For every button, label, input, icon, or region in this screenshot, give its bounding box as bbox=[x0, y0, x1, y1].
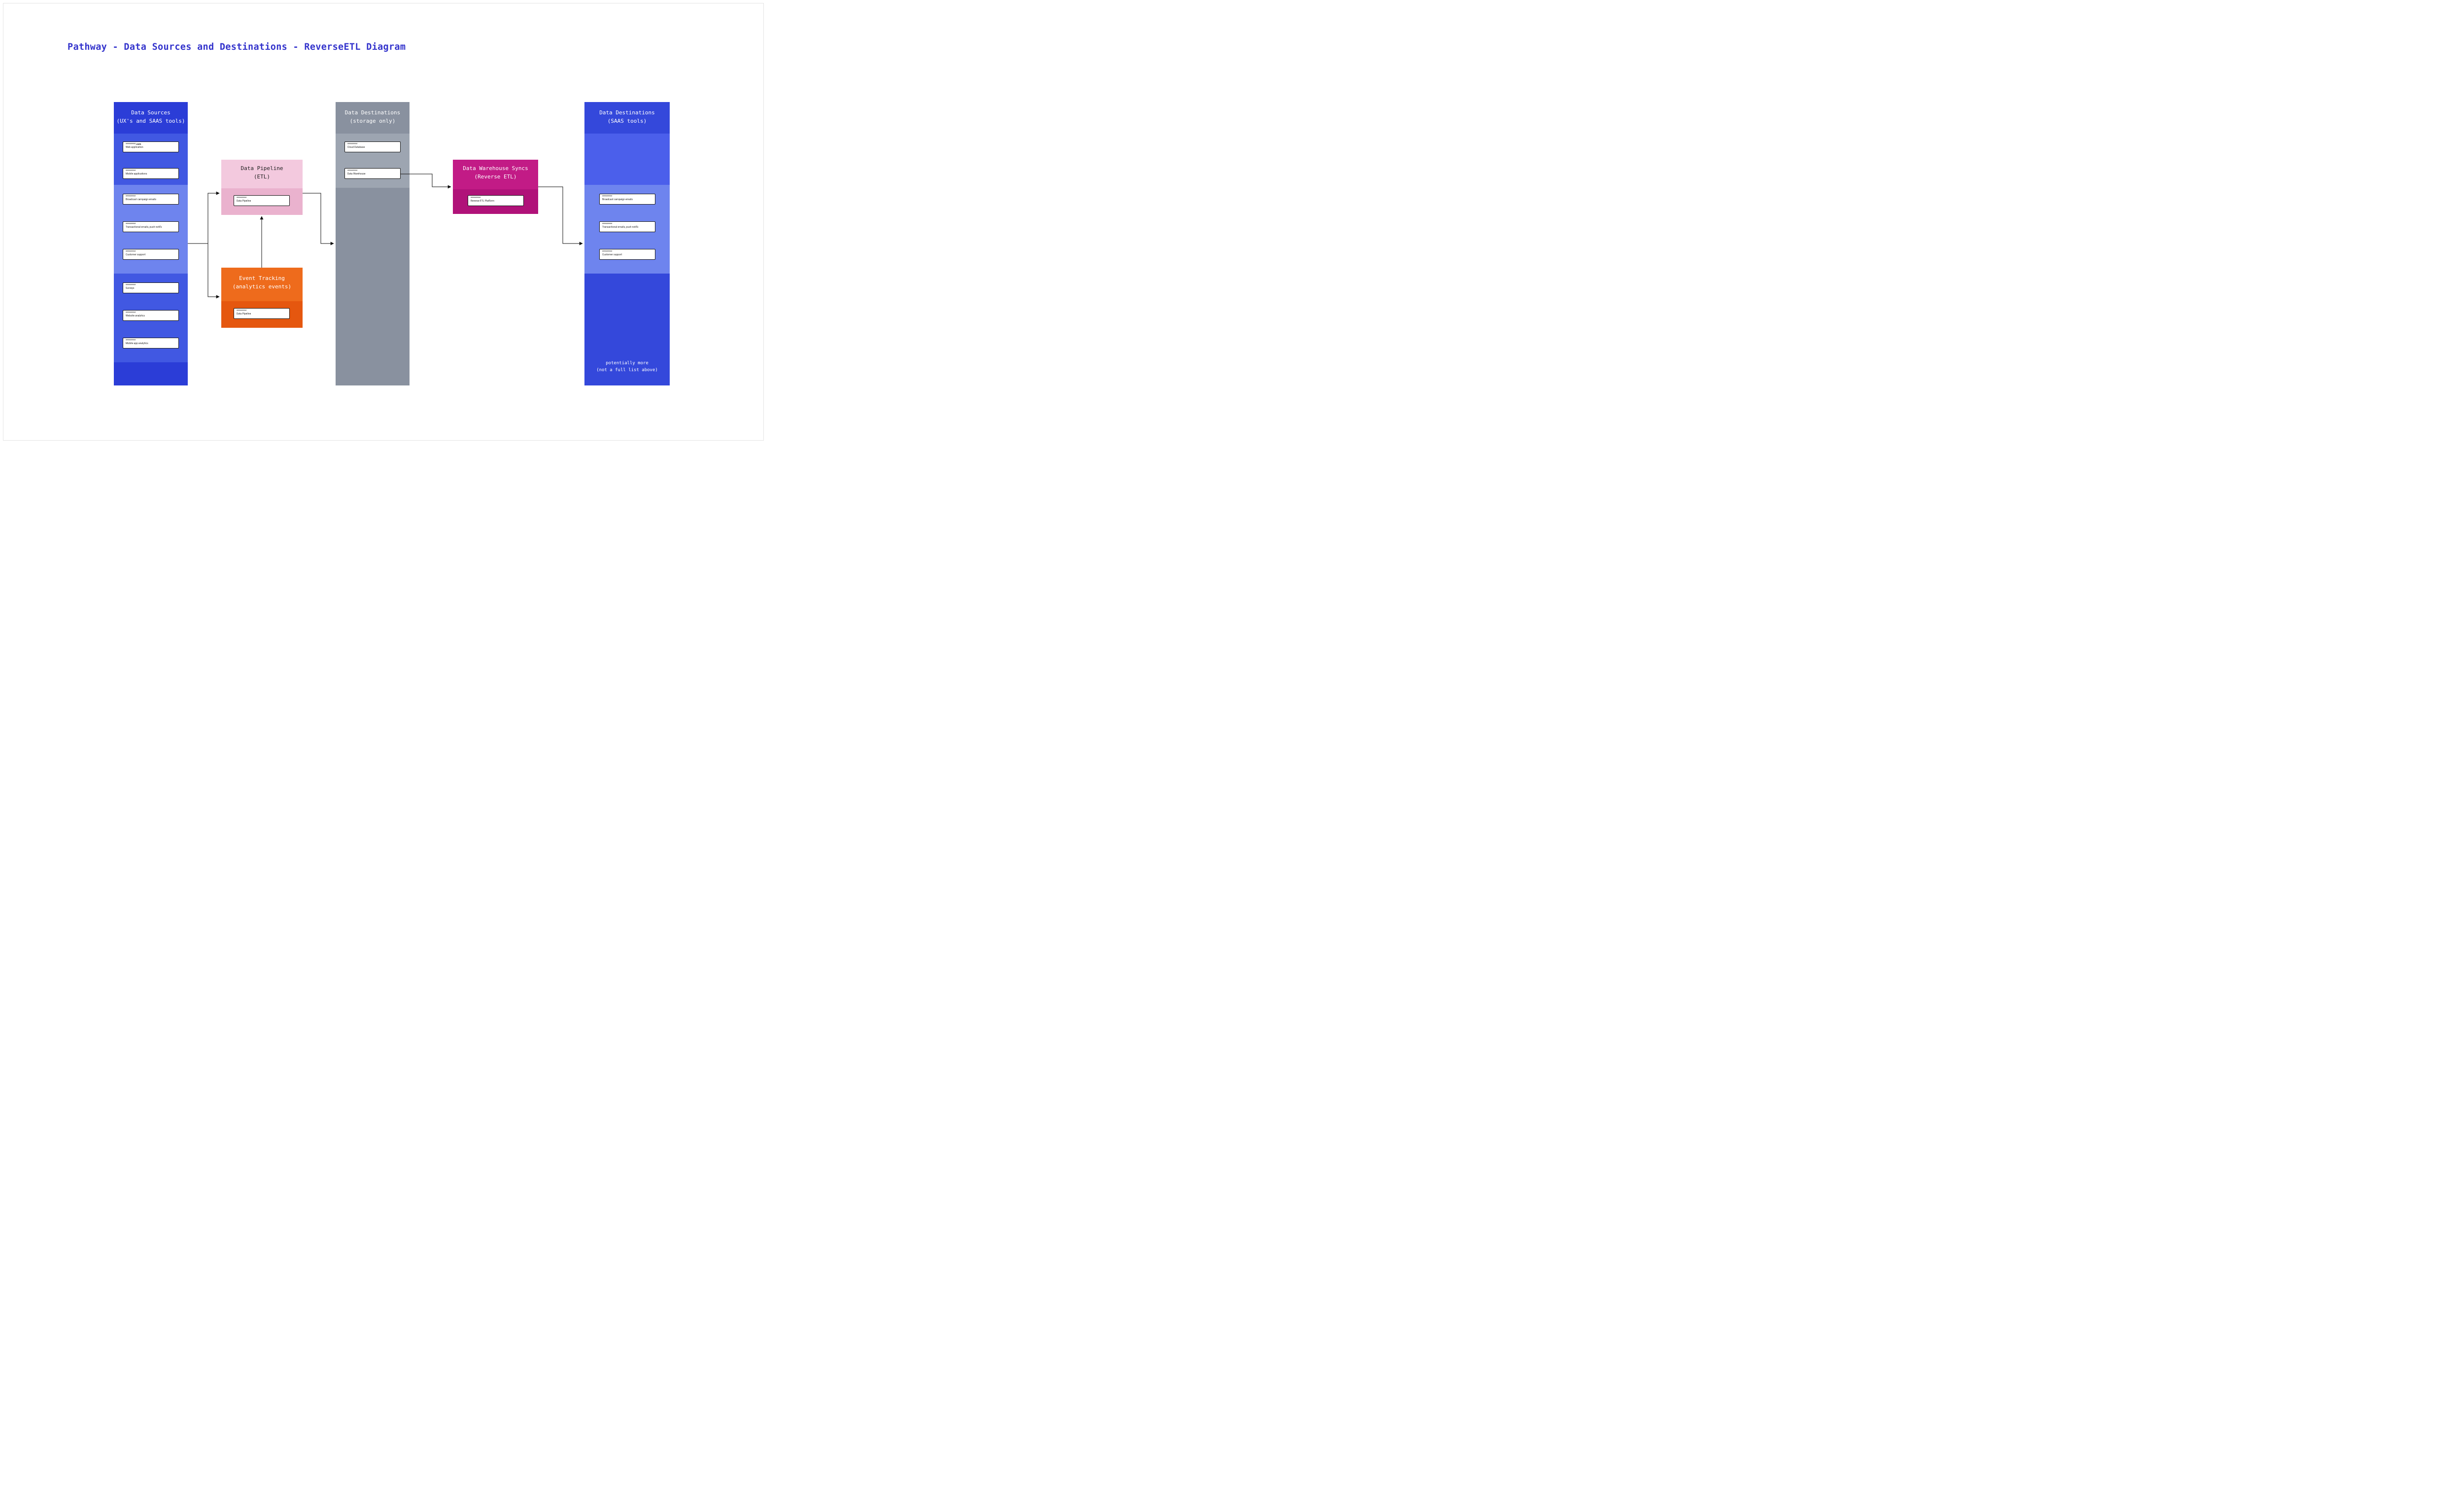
event-tracking-data-pipeline: ********* Data Pipeline bbox=[234, 308, 290, 319]
card-desc: Customer support bbox=[602, 253, 653, 256]
source-mobile-applications: ********* Mobile applications bbox=[123, 168, 179, 179]
card-desc: Data Pipeline bbox=[237, 313, 287, 315]
card-desc: Reverse ETL Platform bbox=[471, 200, 521, 203]
diagram-frame: Pathway - Data Sources and Destinations … bbox=[3, 3, 764, 441]
saas-title-line2: (SAAS tools) bbox=[584, 117, 670, 126]
card-desc: Transactional emails, push notifs bbox=[126, 226, 176, 229]
saas-note: potentially more (not a full list above) bbox=[584, 360, 670, 374]
card-desc: Website analytics bbox=[126, 314, 176, 317]
source-website-analytics: ********* Website analytics bbox=[123, 310, 179, 321]
card-desc: Cloud Database bbox=[347, 146, 398, 149]
etl-title-line2: (ETL) bbox=[221, 173, 303, 181]
storage-data-warehouse: ********* Data Warehouse bbox=[344, 168, 401, 179]
evt-title-line1: Event Tracking bbox=[221, 275, 303, 283]
card-desc: Web application bbox=[126, 146, 176, 149]
column-saas-destinations: Data Destinations (SAAS tools) *********… bbox=[584, 102, 670, 385]
saas-note-line2: (not a full list above) bbox=[584, 367, 670, 374]
storage-title: Data Destinations (storage only) bbox=[336, 102, 410, 125]
evt-title-line2: (analytics events) bbox=[221, 283, 303, 291]
card-desc: Broadcast campaign emails bbox=[126, 198, 176, 201]
etl-title: Data Pipeline (ETL) bbox=[221, 160, 303, 181]
card-desc: Surveys bbox=[126, 287, 176, 290]
column-storage: Data Destinations (storage only) *******… bbox=[336, 102, 410, 385]
data-pipeline-etl-box: Data Pipeline (ETL) ********* Data Pipel… bbox=[221, 160, 303, 215]
source-web-application: *********.com Web application bbox=[123, 141, 179, 152]
data-sources-title-line1: Data Sources bbox=[114, 109, 188, 117]
card-desc: Data Pipeline bbox=[237, 200, 287, 203]
reverse-etl-box: Data Warehouse Syncs (Reverse ETL) *****… bbox=[453, 160, 538, 214]
retl-title-line2: (Reverse ETL) bbox=[453, 173, 538, 181]
card-desc: Mobile applications bbox=[126, 173, 176, 175]
retl-title-line1: Data Warehouse Syncs bbox=[453, 165, 538, 173]
card-desc: Data Warehouse bbox=[347, 173, 398, 175]
card-desc: Customer support bbox=[126, 253, 176, 256]
source-mobile-app-analytics: ********* Mobile app analytics bbox=[123, 338, 179, 348]
saas-title: Data Destinations (SAAS tools) bbox=[584, 102, 670, 125]
card-desc: Transactional emails, push notifs bbox=[602, 226, 653, 229]
saas-items-section: ********* Broadcast campaign emails ****… bbox=[584, 185, 670, 274]
source-surveys: ********* Surveys bbox=[123, 282, 179, 293]
diagram-canvas: Data Sources (UX's and SAAS tools) *****… bbox=[3, 3, 763, 440]
saas-note-line1: potentially more bbox=[584, 360, 670, 367]
source-transactional-emails: ********* Transactional emails, push not… bbox=[123, 221, 179, 232]
data-sources-title: Data Sources (UX's and SAAS tools) bbox=[114, 102, 188, 125]
data-sources-title-line2: (UX's and SAAS tools) bbox=[114, 117, 188, 126]
etl-title-line1: Data Pipeline bbox=[221, 165, 303, 173]
reverse-etl-platform: ********* Reverse ETL Platform bbox=[468, 195, 524, 206]
storage-cloud-database: ********* Cloud Database bbox=[344, 141, 401, 152]
saas-title-line1: Data Destinations bbox=[584, 109, 670, 117]
storage-title-line1: Data Destinations bbox=[336, 109, 410, 117]
etl-data-pipeline: ********* Data Pipeline bbox=[234, 195, 290, 206]
source-broadcast-emails: ********* Broadcast campaign emails bbox=[123, 194, 179, 205]
sources-group-1: *********.com Web application ********* … bbox=[114, 134, 188, 185]
saas-transactional-emails: ********* Transactional emails, push not… bbox=[599, 221, 655, 232]
event-tracking-title: Event Tracking (analytics events) bbox=[221, 268, 303, 291]
reverse-etl-title: Data Warehouse Syncs (Reverse ETL) bbox=[453, 160, 538, 181]
storage-title-line2: (storage only) bbox=[336, 117, 410, 126]
storage-section: ********* Cloud Database ********* Data … bbox=[336, 134, 410, 188]
saas-broadcast-emails: ********* Broadcast campaign emails bbox=[599, 194, 655, 205]
sources-group-3: ********* Surveys ********* Website anal… bbox=[114, 274, 188, 362]
source-customer-support: ********* Customer support bbox=[123, 249, 179, 260]
card-desc: Mobile app analytics bbox=[126, 342, 176, 345]
sources-group-2: ********* Broadcast campaign emails ****… bbox=[114, 185, 188, 274]
saas-customer-support: ********* Customer support bbox=[599, 249, 655, 260]
card-desc: Broadcast campaign emails bbox=[602, 198, 653, 201]
event-tracking-box: Event Tracking (analytics events) ******… bbox=[221, 268, 303, 328]
column-data-sources: Data Sources (UX's and SAAS tools) *****… bbox=[114, 102, 188, 385]
saas-top-spacer bbox=[584, 134, 670, 185]
